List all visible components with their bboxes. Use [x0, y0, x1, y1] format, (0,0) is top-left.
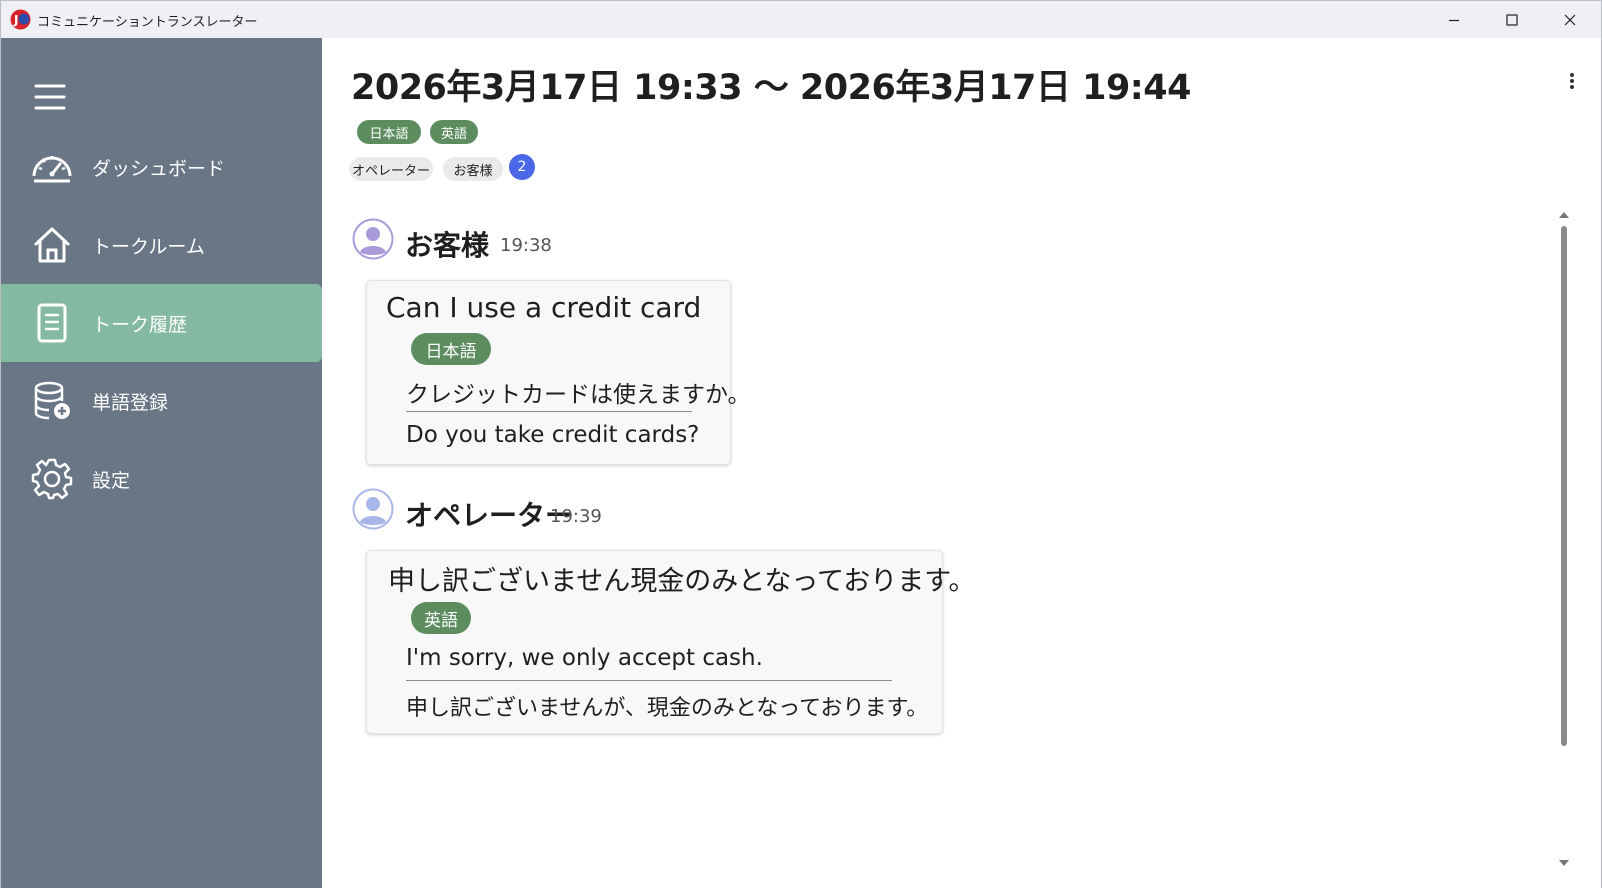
page-title: 2026年3月17日 19:33 ～ 2026年3月17日 19:44 — [351, 68, 1192, 108]
gear-icon — [30, 457, 74, 501]
sidebar-item-talk-history[interactable]: トーク履歴 — [1, 284, 322, 362]
minimize-button[interactable] — [1425, 1, 1483, 38]
message-time: 19:38 — [500, 235, 552, 256]
minimize-icon — [1449, 19, 1459, 21]
maximize-button[interactable] — [1483, 1, 1541, 38]
hamburger-icon[interactable] — [32, 82, 68, 112]
scroll-up-arrow-icon[interactable] — [1558, 206, 1570, 218]
vertical-scrollbar[interactable] — [1558, 206, 1570, 886]
message-bubble: 申し訳ございません現金のみとなっております。 英語 I'm sorry, we … — [366, 550, 976, 734]
participant-tag: オペレーター — [349, 157, 433, 181]
translation-text: I'm sorry, we only accept cash. — [406, 645, 763, 671]
sidebar-item-talk-room[interactable]: トークルーム — [1, 206, 322, 284]
target-language-tag: 日本語 — [411, 333, 491, 365]
sidebar: ダッシュボード トークルーム トーク履歴 単語登録 設定 — [1, 38, 322, 888]
close-icon — [1564, 14, 1576, 25]
more-options-icon[interactable] — [1565, 70, 1579, 92]
sidebar-item-settings[interactable]: 設定 — [1, 440, 322, 518]
sidebar-item-label: 設定 — [92, 469, 131, 492]
main-content: 2026年3月17日 19:33 ～ 2026年3月17日 19:44 日本語 … — [322, 38, 1601, 888]
document-icon — [30, 301, 74, 345]
divider — [406, 411, 692, 412]
close-button[interactable] — [1541, 1, 1599, 38]
sidebar-item-label: トークルーム — [92, 235, 205, 258]
original-text: 申し訳ございません現金のみとなっております。 — [388, 566, 976, 597]
dashboard-gauge-icon — [30, 145, 74, 189]
database-add-icon — [30, 379, 74, 423]
target-language-tag: 英語 — [411, 602, 471, 634]
back-translation-text: Do you take credit cards? — [406, 422, 700, 448]
app-window: J コミュニケーショントランスレーター ダッシュボード トークルーム トーク履歴… — [0, 0, 1602, 888]
speaker-name: お客様 — [405, 229, 490, 262]
participant-tag: お客様 — [443, 157, 503, 181]
message-time: 19:39 — [550, 506, 602, 527]
app-logo-letter: J — [13, 13, 18, 27]
scroll-down-arrow-icon[interactable] — [1558, 854, 1570, 866]
divider — [406, 680, 892, 681]
back-translation-text: 申し訳ございませんが、現金のみとなっております。 — [406, 696, 929, 721]
window-title: コミュニケーショントランスレーター — [37, 15, 258, 30]
language-tag: 日本語 — [357, 120, 421, 144]
original-text: Can I use a credit card — [386, 291, 702, 324]
operator-avatar-icon — [352, 488, 394, 530]
speaker-name: オペレーター — [405, 499, 574, 532]
sidebar-item-label: トーク履歴 — [92, 313, 188, 336]
home-icon — [30, 223, 74, 267]
title-bar: J コミュニケーショントランスレーター — [1, 1, 1601, 38]
sidebar-item-label: ダッシュボード — [92, 157, 226, 180]
maximize-icon — [1506, 13, 1518, 26]
sidebar-item-word-registration[interactable]: 単語登録 — [1, 362, 322, 440]
translation-text: クレジットカードは使えますか。 — [406, 382, 751, 408]
sidebar-item-label: 単語登録 — [92, 391, 169, 414]
language-tag: 英語 — [430, 120, 478, 144]
participant-count-badge: 2 — [509, 154, 535, 180]
scrollbar-thumb[interactable] — [1561, 226, 1567, 746]
message-bubble: Can I use a credit card 日本語 クレジットカードは使えま… — [366, 280, 751, 465]
sidebar-item-dashboard[interactable]: ダッシュボード — [1, 128, 322, 206]
app-logo-icon: J — [10, 9, 31, 30]
customer-avatar-icon — [352, 218, 394, 260]
